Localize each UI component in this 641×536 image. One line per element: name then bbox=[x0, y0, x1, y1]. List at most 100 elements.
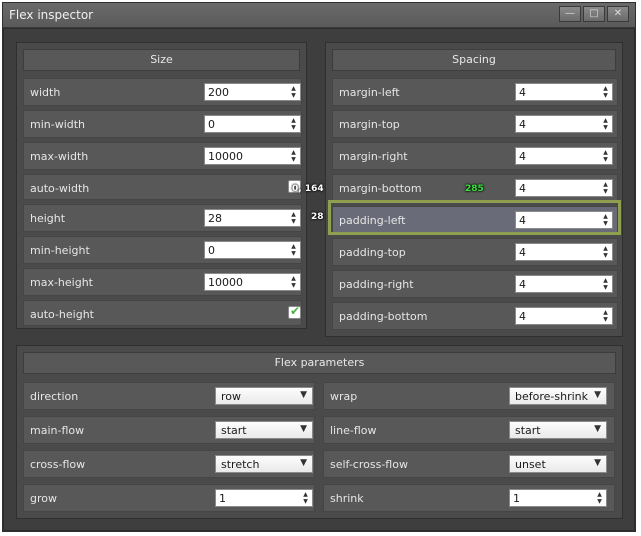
height-readout: 28 bbox=[311, 212, 324, 222]
min-width-label: min-width bbox=[30, 118, 86, 131]
min-height-spinbox[interactable]: 0 ▲ ▼ bbox=[204, 241, 301, 259]
wrap-value: before-shrink bbox=[515, 390, 588, 403]
padding-right-value: 4 bbox=[519, 278, 526, 291]
spacing-row-padding-top: padding-top 4 ▲ ▼ bbox=[332, 238, 618, 266]
spin-arrows-icon[interactable]: ▲ ▼ bbox=[301, 490, 310, 506]
self-cross-flow-value: unset bbox=[515, 458, 546, 471]
line-flow-label: line-flow bbox=[330, 424, 377, 437]
spacing-row-margin-right: margin-right 4 ▲ ▼ bbox=[332, 142, 618, 170]
spin-arrows-icon[interactable]: ▲ ▼ bbox=[601, 116, 610, 132]
coords-readout: 0, 164 bbox=[292, 184, 324, 194]
spin-arrows-icon[interactable]: ▲ ▼ bbox=[289, 274, 298, 290]
margin-right-label: margin-right bbox=[339, 150, 408, 163]
spin-arrows-icon[interactable]: ▲ ▼ bbox=[601, 276, 610, 292]
spin-arrows-icon[interactable]: ▲ ▼ bbox=[289, 116, 298, 132]
flex-row-grow: grow 1 ▲ ▼ bbox=[23, 484, 315, 512]
width-readout: 285 bbox=[465, 184, 484, 194]
spin-arrows-icon[interactable]: ▲ ▼ bbox=[289, 242, 298, 258]
auto-width-label: auto-width bbox=[30, 182, 90, 195]
title-bar[interactable]: Flex inspector — □ ✕ bbox=[3, 3, 635, 28]
height-spinbox[interactable]: 28 ▲ ▼ bbox=[204, 209, 301, 227]
grow-spinbox[interactable]: 1 ▲ ▼ bbox=[215, 489, 313, 507]
chevron-down-icon: ▼ bbox=[594, 458, 601, 468]
direction-dropdown[interactable]: row ▼ bbox=[215, 387, 313, 405]
cross-flow-dropdown[interactable]: stretch ▼ bbox=[215, 455, 313, 473]
size-row-height: height 28 ▲ ▼ bbox=[23, 204, 302, 232]
size-row-max-height: max-height 10000 ▲ ▼ bbox=[23, 268, 302, 296]
main-flow-value: start bbox=[221, 424, 247, 437]
main-flow-label: main-flow bbox=[30, 424, 85, 437]
auto-height-label: auto-height bbox=[30, 308, 94, 321]
maximize-icon: □ bbox=[589, 8, 599, 19]
flex-row-direction: direction row ▼ bbox=[23, 382, 315, 410]
spin-arrows-icon[interactable]: ▲ ▼ bbox=[601, 148, 610, 164]
self-cross-flow-label: self-cross-flow bbox=[330, 458, 408, 471]
min-height-value: 0 bbox=[208, 244, 215, 257]
padding-bottom-spinbox[interactable]: 4 ▲ ▼ bbox=[515, 307, 613, 325]
margin-right-spinbox[interactable]: 4 ▲ ▼ bbox=[515, 147, 613, 165]
flex-row-main-flow: main-flow start ▼ bbox=[23, 416, 315, 444]
margin-bottom-spinbox[interactable]: 4 ▲ ▼ bbox=[515, 179, 613, 197]
flex-row-wrap: wrap before-shrink ▼ bbox=[323, 382, 615, 410]
padding-bottom-label: padding-bottom bbox=[339, 310, 428, 323]
spin-arrows-icon[interactable]: ▲ ▼ bbox=[289, 84, 298, 100]
max-width-label: max-width bbox=[30, 150, 89, 163]
max-width-spinbox[interactable]: 10000 ▲ ▼ bbox=[204, 147, 301, 165]
chevron-down-icon: ▼ bbox=[594, 424, 601, 434]
auto-height-checkbox[interactable]: ✔ bbox=[288, 304, 301, 319]
wrap-label: wrap bbox=[330, 390, 358, 403]
max-width-value: 10000 bbox=[208, 150, 243, 163]
margin-left-spinbox[interactable]: 4 ▲ ▼ bbox=[515, 83, 613, 101]
padding-right-spinbox[interactable]: 4 ▲ ▼ bbox=[515, 275, 613, 293]
direction-value: row bbox=[221, 390, 242, 403]
spin-arrows-icon[interactable]: ▲ ▼ bbox=[601, 180, 610, 196]
padding-right-label: padding-right bbox=[339, 278, 414, 291]
chevron-down-icon: ▼ bbox=[300, 458, 307, 468]
chevron-down-icon: ▼ bbox=[594, 390, 601, 400]
window-controls: — □ ✕ bbox=[557, 6, 629, 22]
direction-label: direction bbox=[30, 390, 79, 403]
spacing-row-padding-bottom: padding-bottom 4 ▲ ▼ bbox=[332, 302, 618, 330]
wrap-dropdown[interactable]: before-shrink ▼ bbox=[509, 387, 607, 405]
close-button[interactable]: ✕ bbox=[607, 6, 629, 22]
max-height-spinbox[interactable]: 10000 ▲ ▼ bbox=[204, 273, 301, 291]
margin-top-spinbox[interactable]: 4 ▲ ▼ bbox=[515, 115, 613, 133]
spin-arrows-icon[interactable]: ▲ ▼ bbox=[289, 148, 298, 164]
spin-arrows-icon[interactable]: ▲ ▼ bbox=[289, 210, 298, 226]
max-height-value: 10000 bbox=[208, 276, 243, 289]
size-row-max-width: max-width 10000 ▲ ▼ bbox=[23, 142, 302, 170]
line-flow-dropdown[interactable]: start ▼ bbox=[509, 421, 607, 439]
spacing-row-margin-left: margin-left 4 ▲ ▼ bbox=[332, 78, 618, 106]
min-width-value: 0 bbox=[208, 118, 215, 131]
shrink-spinbox[interactable]: 1 ▲ ▼ bbox=[509, 489, 607, 507]
cross-flow-value: stretch bbox=[221, 458, 260, 471]
minimize-button[interactable]: — bbox=[559, 6, 581, 22]
grow-label: grow bbox=[30, 492, 57, 505]
padding-top-spinbox[interactable]: 4 ▲ ▼ bbox=[515, 243, 613, 261]
size-panel: Size width 200 ▲ ▼ min-width 0 ▲ ▼ max-wid… bbox=[16, 42, 307, 329]
flex-inspector-window: Flex inspector — □ ✕ Size width 200 ▲▼ bbox=[2, 2, 636, 532]
margin-bottom-value: 4 bbox=[519, 182, 526, 195]
max-height-label: max-height bbox=[30, 276, 93, 289]
line-flow-value: start bbox=[515, 424, 541, 437]
spin-arrows-icon[interactable]: ▲ ▼ bbox=[601, 308, 610, 324]
self-cross-flow-dropdown[interactable]: unset ▼ bbox=[509, 455, 607, 473]
margin-bottom-label: margin-bottom bbox=[339, 182, 422, 195]
selection-highlight bbox=[328, 200, 621, 235]
margin-top-value: 4 bbox=[519, 118, 526, 131]
width-label: width bbox=[30, 86, 61, 99]
min-height-label: min-height bbox=[30, 244, 90, 257]
min-width-spinbox[interactable]: 0 ▲ ▼ bbox=[204, 115, 301, 133]
height-label: height bbox=[30, 212, 66, 225]
spin-arrows-icon[interactable]: ▲ ▼ bbox=[601, 84, 610, 100]
maximize-button[interactable]: □ bbox=[583, 6, 605, 22]
width-spinbox[interactable]: 200 ▲ ▼ bbox=[204, 83, 301, 101]
spacing-row-margin-top: margin-top 4 ▲ ▼ bbox=[332, 110, 618, 138]
margin-right-value: 4 bbox=[519, 150, 526, 163]
window-title: Flex inspector bbox=[9, 8, 94, 22]
margin-left-label: margin-left bbox=[339, 86, 400, 99]
main-flow-dropdown[interactable]: start ▼ bbox=[215, 421, 313, 439]
minimize-icon: — bbox=[565, 8, 575, 19]
spin-arrows-icon[interactable]: ▲ ▼ bbox=[595, 490, 604, 506]
spin-arrows-icon[interactable]: ▲ ▼ bbox=[601, 244, 610, 260]
